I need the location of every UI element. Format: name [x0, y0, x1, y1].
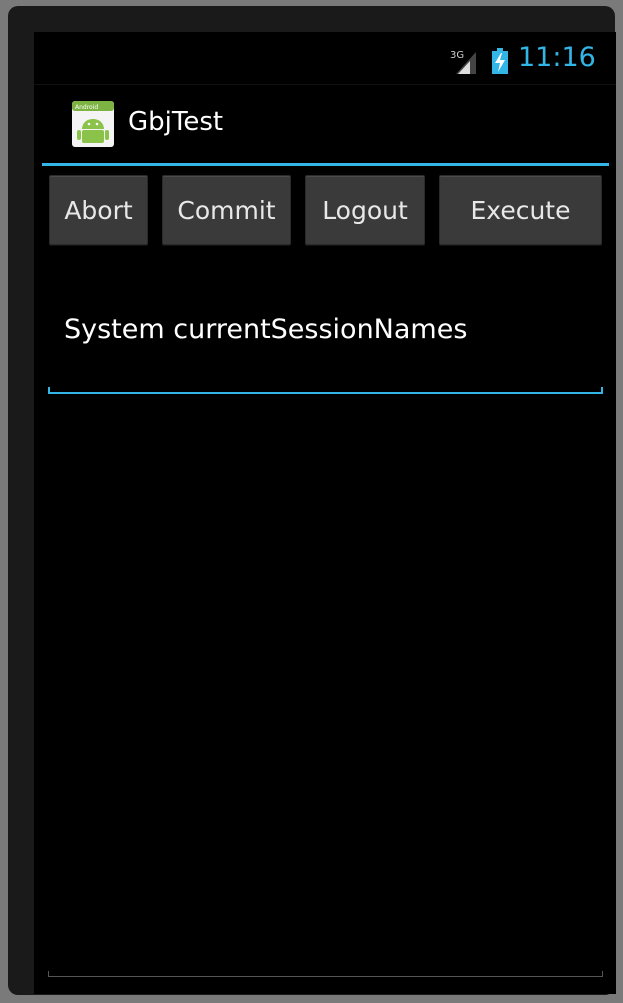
- device-frame: 3G 11:16 Android GbjTest Abort Commit Lo…: [8, 6, 616, 995]
- command-input-underline: [48, 387, 603, 394]
- app-icon-label: Android: [75, 104, 98, 111]
- logout-button[interactable]: Logout: [305, 175, 425, 245]
- commit-button[interactable]: Commit: [162, 175, 291, 245]
- output-field[interactable]: [48, 412, 603, 977]
- command-input[interactable]: System currentSessionNames: [48, 294, 603, 394]
- battery-charging-icon: [492, 48, 508, 74]
- output-field-underline: [48, 971, 603, 977]
- app-title: GbjTest: [128, 107, 224, 137]
- signal-3g-icon: 3G: [450, 50, 476, 74]
- execute-button[interactable]: Execute: [439, 175, 602, 245]
- status-bar: 3G 11:16: [34, 32, 616, 85]
- action-bar: Android GbjTest: [34, 85, 616, 163]
- network-type-label: 3G: [450, 50, 464, 61]
- abort-button[interactable]: Abort: [49, 175, 148, 245]
- screen: 3G 11:16 Android GbjTest Abort Commit Lo…: [34, 32, 616, 994]
- android-app-icon: Android: [72, 101, 114, 147]
- command-input-text[interactable]: System currentSessionNames: [64, 314, 467, 345]
- status-clock: 11:16: [518, 42, 596, 73]
- action-bar-divider: [42, 163, 609, 166]
